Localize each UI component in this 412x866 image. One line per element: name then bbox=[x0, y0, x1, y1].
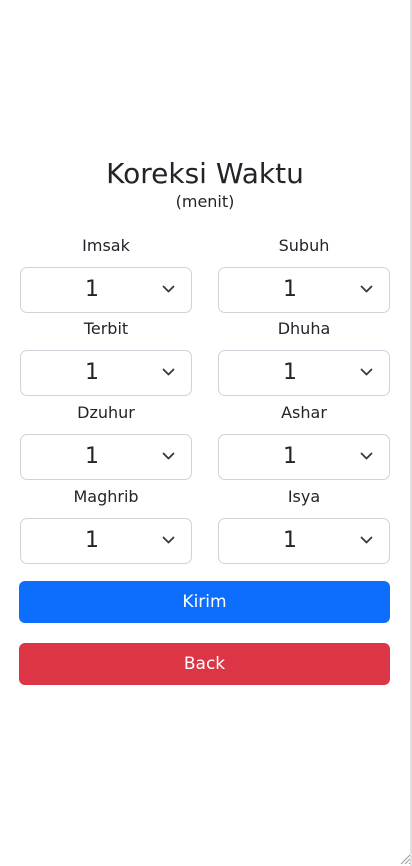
chevron-down-icon bbox=[162, 452, 175, 460]
field-maghrib: Maghrib 1 bbox=[20, 486, 192, 564]
resize-grip-icon[interactable] bbox=[399, 853, 411, 865]
chevron-down-icon bbox=[162, 536, 175, 544]
terbit-select[interactable]: 1 bbox=[20, 350, 192, 396]
maghrib-select-value: 1 bbox=[85, 528, 99, 553]
ashar-select-value: 1 bbox=[283, 444, 297, 469]
field-subuh: Subuh 1 bbox=[218, 235, 390, 313]
field-label-isya: Isya bbox=[287, 487, 321, 506]
chevron-down-icon bbox=[360, 536, 373, 544]
isya-select-value: 1 bbox=[283, 528, 297, 553]
dzuhur-select-value: 1 bbox=[85, 444, 99, 469]
chevron-down-icon bbox=[360, 452, 373, 460]
maghrib-select[interactable]: 1 bbox=[20, 518, 192, 564]
page-subtitle: (menit) bbox=[175, 192, 235, 211]
imsak-select[interactable]: 1 bbox=[20, 267, 192, 313]
field-label-dhuha: Dhuha bbox=[277, 319, 331, 338]
subuh-select-value: 1 bbox=[283, 277, 297, 302]
back-button[interactable]: Back bbox=[19, 643, 390, 685]
chevron-down-icon bbox=[162, 368, 175, 376]
isya-select[interactable]: 1 bbox=[218, 518, 390, 564]
field-dhuha: Dhuha 1 bbox=[218, 318, 390, 396]
dzuhur-select[interactable]: 1 bbox=[20, 434, 192, 480]
field-imsak: Imsak 1 bbox=[20, 235, 192, 313]
field-label-subuh: Subuh bbox=[278, 236, 330, 255]
field-label-dzuhur: Dzuhur bbox=[77, 403, 135, 422]
field-dzuhur: Dzuhur 1 bbox=[20, 402, 192, 480]
field-label-terbit: Terbit bbox=[83, 319, 129, 338]
ashar-select[interactable]: 1 bbox=[218, 434, 390, 480]
chevron-down-icon bbox=[162, 285, 175, 293]
submit-button[interactable]: Kirim bbox=[19, 581, 390, 623]
field-label-maghrib: Maghrib bbox=[73, 487, 139, 506]
field-label-imsak: Imsak bbox=[82, 236, 130, 255]
field-isya: Isya 1 bbox=[218, 486, 390, 564]
terbit-select-value: 1 bbox=[85, 360, 99, 385]
dhuha-select-value: 1 bbox=[283, 360, 297, 385]
dhuha-select[interactable]: 1 bbox=[218, 350, 390, 396]
field-label-ashar: Ashar bbox=[281, 403, 327, 422]
field-ashar: Ashar 1 bbox=[218, 402, 390, 480]
field-terbit: Terbit 1 bbox=[20, 318, 192, 396]
page: Koreksi Waktu (menit) Imsak 1 Subuh 1 Te… bbox=[0, 0, 412, 866]
chevron-down-icon bbox=[360, 368, 373, 376]
imsak-select-value: 1 bbox=[85, 277, 99, 302]
chevron-down-icon bbox=[360, 285, 373, 293]
subuh-select[interactable]: 1 bbox=[218, 267, 390, 313]
page-title: Koreksi Waktu bbox=[106, 157, 304, 190]
